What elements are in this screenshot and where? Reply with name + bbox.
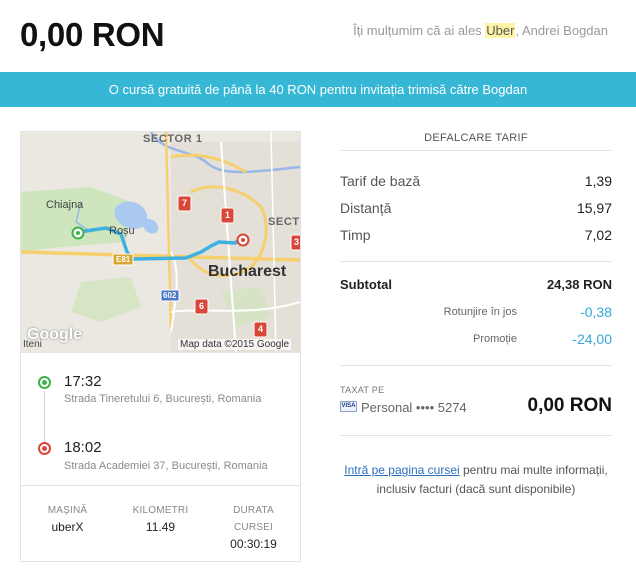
fare-row-time: Timp 7,02 (340, 227, 612, 247)
trip-total: 0,00 RON (20, 16, 165, 53)
thank-you-message: Îți mulțumim că ai ales Uber, Andrei Bog… (353, 23, 608, 38)
duration-label-1: DURATA (233, 505, 274, 516)
map-label-e81: E81 (116, 255, 131, 264)
time-value: 7,02 (584, 227, 612, 243)
stat-distance: KILOMETRI 11.49 (114, 502, 207, 536)
km-value: 11.49 (145, 520, 176, 534)
car-value: uberX (51, 520, 84, 534)
map-label-chiajna: Chiajna (46, 199, 84, 211)
subtotal-value: 24,38 RON (546, 277, 612, 292)
duration-label-2: CURSEI (234, 522, 273, 533)
fare-divider (340, 261, 612, 262)
charged-to-label: TAXAT PE (340, 385, 385, 395)
map-label-602: 602 (163, 291, 177, 300)
map-graphic (21, 132, 300, 352)
map-sign-3: 3 (294, 237, 300, 247)
trip-stats: MAȘINĂ uberX KILOMETRI 11.49 DURATA CURS… (21, 486, 300, 561)
stat-duration: DURATA CURSEI 00:30:19 (207, 502, 300, 553)
payment-total: 0,00 RON (527, 395, 612, 416)
trip-card: SECTOR 1 SECTO Chiajna Roșu Bucharest E8… (20, 131, 301, 562)
dropoff-time: 18:02 (64, 439, 102, 456)
trip-page-note-text-1: pentru mai multe informații, (459, 463, 608, 477)
fare-title-divider (340, 150, 612, 151)
stat-car: MAȘINĂ uberX (21, 502, 114, 536)
trip-map[interactable]: SECTOR 1 SECTO Chiajna Roșu Bucharest E8… (21, 132, 300, 352)
fare-divider-3 (340, 435, 612, 436)
receipt-header: 0,00 RON Îți mulțumim că ai ales Uber, A… (0, 0, 636, 72)
map-label-bucharest: Bucharest (208, 263, 287, 280)
map-attribution: Map data ©2015 Google (178, 339, 292, 350)
rider-name: , Andrei Bogdan (515, 23, 608, 38)
pickup-marker-icon (38, 376, 51, 389)
rounding-row: Rotunjire în jos -0,38 (340, 304, 612, 324)
dropoff-address: Strada Academiei 37, București, Romania (64, 460, 268, 472)
promo-label: Promoție (472, 333, 517, 345)
map-label-iteni: Iteni (23, 339, 42, 350)
duration-value: 00:30:19 (230, 537, 277, 551)
subtotal-label: Subtotal (340, 277, 392, 292)
payment-method: Personal •••• 5274 (361, 400, 467, 415)
base-fare-value: 1,39 (584, 173, 612, 189)
pickup-address: Strada Tineretului 6, București, Romania (64, 393, 262, 405)
brand-name: Uber (485, 23, 516, 38)
map-sign-6: 6 (199, 301, 205, 311)
map-sign-7: 7 (182, 198, 188, 208)
thanks-text-start: Îți mulțumim că ai ales (353, 23, 486, 38)
map-label-sector1: SECTOR 1 (143, 133, 203, 145)
promo-row: Promoție -24,00 (340, 331, 612, 351)
time-label: Timp (340, 227, 371, 243)
trip-details: 17:32 Strada Tineretului 6, București, R… (21, 352, 300, 486)
trip-page-link[interactable]: Intră pe pagina cursei (344, 463, 459, 477)
promo-value: -24,00 (572, 331, 612, 347)
fare-row-distance: Distanță 15,97 (340, 200, 612, 220)
fare-row-base: Tarif de bază 1,39 (340, 173, 612, 193)
rounding-value: -0,38 (580, 304, 612, 320)
fare-divider-2 (340, 365, 612, 366)
fare-title: DEFALCARE TARIF (424, 132, 528, 144)
referral-banner[interactable]: O cursă gratuită de până la 40 RON pentr… (0, 72, 636, 107)
trip-page-note: Intră pe pagina cursei pentru mai multe … (340, 461, 612, 499)
route-connector (44, 391, 45, 445)
map-label-rosu: Roșu (109, 225, 135, 237)
visa-card-icon: VISA (340, 401, 357, 412)
car-label: MAȘINĂ (47, 505, 88, 516)
card-brand: VISA (341, 403, 356, 409)
km-label: KILOMETRI (132, 505, 189, 516)
dropoff-marker-icon (38, 442, 51, 455)
pickup-time: 17:32 (64, 373, 102, 390)
distance-value: 15,97 (576, 200, 612, 216)
map-label-sector-partial: SECTO (268, 216, 300, 228)
base-fare-label: Tarif de bază (340, 173, 421, 189)
trip-page-note-text-2: inclusiv facturi (dacă sunt disponibile) (376, 482, 576, 496)
subtotal-row: Subtotal 24,38 RON (340, 277, 612, 297)
rounding-label: Rotunjire în jos (443, 306, 517, 318)
map-sign-1: 1 (225, 210, 231, 220)
map-sign-4: 4 (258, 324, 264, 334)
distance-label: Distanță (340, 200, 392, 216)
